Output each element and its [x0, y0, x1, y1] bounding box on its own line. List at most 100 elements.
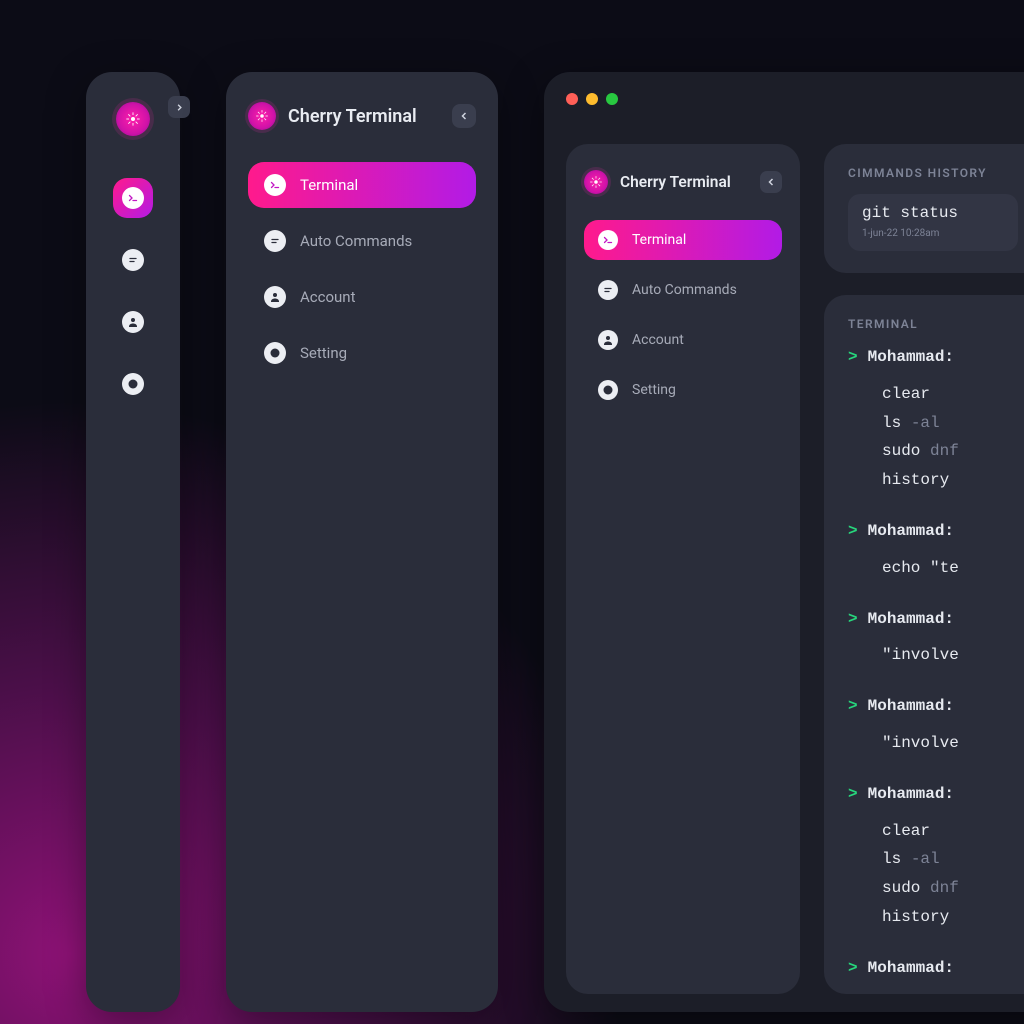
- terminal-cmd: history: [882, 908, 949, 926]
- prompt-chevron-icon: >: [848, 519, 858, 544]
- rail-item-terminal[interactable]: [113, 178, 153, 218]
- window-close-button[interactable]: [566, 93, 578, 105]
- commands-history-title: CIMMANDS HISTORY: [848, 166, 1024, 180]
- cherry-logo-icon: [589, 175, 603, 189]
- auto-icon: [122, 249, 144, 271]
- terminal-cmd: ls: [882, 850, 901, 868]
- sidebar-expand-button[interactable]: [168, 96, 190, 118]
- setting-icon: [264, 342, 286, 364]
- terminal-line: ls -al: [882, 411, 1024, 436]
- window-titlebar: [544, 72, 1024, 126]
- terminal-line: ls -al: [882, 847, 1024, 872]
- terminal-flag: -al: [911, 850, 940, 868]
- window-minimize-button[interactable]: [586, 93, 598, 105]
- nav-item-account[interactable]: Account: [248, 274, 476, 320]
- window-controls: [566, 93, 618, 105]
- terminal-line: history: [882, 468, 1024, 493]
- nav-item-label: Account: [300, 288, 356, 306]
- prompt-user: Mohammad:: [868, 694, 954, 719]
- terminal-prompt-line: >Mohammad:: [848, 519, 1024, 544]
- terminal-line: echo "te: [882, 556, 1024, 581]
- nav-item-account[interactable]: Account: [584, 320, 782, 360]
- terminal-line: "involve: [882, 643, 1024, 668]
- app-logo: [584, 170, 608, 194]
- terminal-lines: clear ls -al sudo dnf history: [848, 819, 1024, 930]
- sidebar-collapsed: [86, 72, 180, 1012]
- terminal-output[interactable]: >Mohammad:clearls -alsudo dnfhistory>Moh…: [848, 345, 1024, 994]
- nav-item-auto[interactable]: Auto Commands: [584, 270, 782, 310]
- prompt-chevron-icon: >: [848, 607, 858, 632]
- terminal-lines: echo "te: [848, 556, 1024, 581]
- rail-item-account[interactable]: [113, 302, 153, 342]
- nav-item-label: Terminal: [300, 176, 358, 194]
- prompt-user: Mohammad:: [868, 956, 954, 981]
- chevron-left-icon: [458, 110, 470, 122]
- terminal-cmd: clear: [882, 822, 930, 840]
- rail-item-setting[interactable]: [113, 364, 153, 404]
- terminal-cmd: clear: [882, 385, 930, 403]
- account-icon: [122, 311, 144, 333]
- setting-icon: [598, 380, 618, 400]
- sidebar-collapse-button[interactable]: [452, 104, 476, 128]
- auto-icon: [598, 280, 618, 300]
- app-brand: Cherry Terminal: [248, 102, 417, 130]
- window-maximize-button[interactable]: [606, 93, 618, 105]
- prompt-user: Mohammad:: [868, 607, 954, 632]
- nav-item-setting[interactable]: Setting: [248, 330, 476, 376]
- terminal-line: history: [882, 905, 1024, 930]
- auto-icon: [264, 230, 286, 252]
- terminal-line: sudo dnf: [882, 439, 1024, 464]
- terminal-block: >Mohammad: clear ls -al sudo dnf history: [848, 345, 1024, 493]
- terminal-line: "involve: [882, 731, 1024, 756]
- nav-item-label: Account: [632, 332, 684, 348]
- terminal-block: > Mohammad: "involve: [848, 607, 1024, 669]
- app-logo: [116, 102, 150, 136]
- terminal-line: clear: [882, 819, 1024, 844]
- cherry-logo-icon: [255, 109, 269, 123]
- terminal-lines: clear ls -al sudo dnf history: [848, 382, 1024, 493]
- app-brand: Cherry Terminal: [584, 170, 731, 194]
- terminal-prompt-line: > Mohammad:: [848, 694, 1024, 719]
- account-icon: [598, 330, 618, 350]
- nav-item-auto[interactable]: Auto Commands: [248, 218, 476, 264]
- terminal-lines: "involve: [848, 731, 1024, 756]
- terminal-lines: echo "te: [848, 993, 1024, 994]
- history-item[interactable]: git status1-jun-22 10:28am: [848, 194, 1018, 251]
- terminal-card: TERMINAL >Mohammad:clearls -alsudo dnfhi…: [824, 295, 1024, 994]
- terminal-block: >Mohammad: echo "te: [848, 519, 1024, 581]
- terminal-prompt-line: >Mohammad:: [848, 782, 1024, 807]
- sidebar-expanded: Cherry Terminal Terminal Auto Commands Acc…: [226, 72, 498, 1012]
- terminal-string: "te: [930, 559, 959, 577]
- terminal-line: clear: [882, 382, 1024, 407]
- prompt-chevron-icon: >: [848, 345, 858, 370]
- main-content: CIMMANDS HISTORY git status1-jun-22 10:2…: [824, 144, 1024, 994]
- terminal-string: "involve: [882, 734, 959, 752]
- chevron-left-icon: [765, 176, 777, 188]
- app-sidebar: Cherry Terminal Terminal Auto Commands Acc…: [566, 144, 800, 994]
- account-icon: [264, 286, 286, 308]
- prompt-chevron-icon: >: [848, 694, 858, 719]
- terminal-prompt-line: >Mohammad:: [848, 345, 1024, 370]
- sidebar-collapse-button[interactable]: [760, 171, 782, 193]
- terminal-block: >Mohammad: clear ls -al sudo dnf history: [848, 782, 1024, 930]
- nav-item-terminal[interactable]: Terminal: [248, 162, 476, 208]
- nav-item-label: Auto Commands: [632, 282, 737, 298]
- app-title: Cherry Terminal: [620, 173, 731, 191]
- chevron-right-icon: [174, 102, 185, 113]
- terminal-string: "involve: [882, 646, 959, 664]
- app-title: Cherry Terminal: [288, 106, 417, 127]
- nav-item-label: Setting: [632, 382, 676, 398]
- terminal-cmd: ls: [882, 414, 901, 432]
- nav-item-terminal[interactable]: Terminal: [584, 220, 782, 260]
- terminal-cmd: echo: [882, 559, 920, 577]
- terminal-flag: dnf: [930, 879, 959, 897]
- nav-item-label: Terminal: [632, 232, 686, 248]
- terminal-line: sudo dnf: [882, 876, 1024, 901]
- terminal-icon: [598, 230, 618, 250]
- nav-item-setting[interactable]: Setting: [584, 370, 782, 410]
- app-logo: [248, 102, 276, 130]
- rail-item-auto[interactable]: [113, 240, 153, 280]
- prompt-chevron-icon: >: [848, 782, 858, 807]
- cherry-logo-icon: [125, 111, 141, 127]
- history-command: git status: [862, 204, 1004, 222]
